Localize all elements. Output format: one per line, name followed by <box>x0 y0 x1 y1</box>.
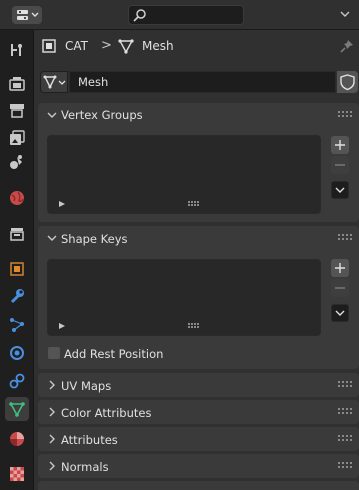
tab-render[interactable] <box>5 72 29 96</box>
search-input[interactable] <box>128 5 244 25</box>
shape-keys-header[interactable]: Shape Keys <box>38 226 359 250</box>
breadcrumb-separator: > <box>101 38 112 53</box>
texture-icon <box>10 467 24 481</box>
vertex-groups-list[interactable] <box>47 135 321 214</box>
collection-icon <box>10 228 24 241</box>
panel-title: Normals <box>61 460 109 474</box>
tab-particles[interactable] <box>5 313 29 337</box>
output-icon <box>10 104 24 118</box>
modifier-icon <box>10 289 24 304</box>
chevron-down-icon <box>335 310 345 316</box>
material-icon <box>10 432 24 446</box>
particles-icon <box>10 318 24 332</box>
constraints-icon <box>9 373 25 389</box>
tab-world[interactable] <box>5 186 29 210</box>
pin-icon[interactable] <box>339 38 355 54</box>
tab-material[interactable] <box>5 427 29 451</box>
scene-icon <box>10 155 22 169</box>
tab-object[interactable] <box>5 257 29 281</box>
options-chevron-icon[interactable] <box>338 7 352 21</box>
filter-expand-icon[interactable] <box>58 322 66 330</box>
plus-icon <box>335 140 345 150</box>
drag-handle-icon[interactable] <box>338 408 352 416</box>
tab-collection[interactable] <box>5 222 29 246</box>
physics-icon <box>10 346 24 360</box>
mesh-name-value: Mesh <box>78 75 109 89</box>
panel-title: Vertex Groups <box>61 108 143 122</box>
tab-tool[interactable] <box>5 38 29 62</box>
color-attributes-panel[interactable]: Color Attributes <box>38 400 359 424</box>
add-vertex-group-button[interactable] <box>331 136 349 154</box>
plus-icon <box>335 263 345 273</box>
world-icon <box>10 191 24 205</box>
object-icon <box>10 262 24 276</box>
shape-key-specials-button[interactable] <box>331 304 349 322</box>
tab-modifier[interactable] <box>5 284 29 308</box>
shape-keys-list[interactable] <box>47 259 321 336</box>
tab-physics[interactable] <box>5 341 29 365</box>
chevron-right-icon <box>49 434 55 444</box>
panel-title: Color Attributes <box>61 406 152 420</box>
drag-handle-icon[interactable] <box>338 381 352 389</box>
add-rest-position-label: Add Rest Position <box>64 347 164 361</box>
tab-constraints[interactable] <box>5 369 29 393</box>
tab-scene[interactable] <box>5 150 29 174</box>
view-layer-icon <box>10 130 25 145</box>
chevron-right-icon <box>49 407 55 417</box>
render-icon <box>9 77 25 91</box>
properties-tab-bar <box>0 30 34 490</box>
panel-title: Attributes <box>61 433 118 447</box>
remove-vertex-group-button[interactable] <box>331 156 349 174</box>
breadcrumb-data: Mesh <box>142 39 174 53</box>
minus-icon <box>335 287 345 289</box>
mesh-data-icon <box>117 37 135 55</box>
uv-maps-panel[interactable]: UV Maps <box>38 373 359 397</box>
vertex-groups-panel: Vertex Groups <box>38 103 359 222</box>
shield-icon <box>340 74 355 91</box>
drag-handle-icon[interactable] <box>338 234 352 242</box>
drag-handle-icon[interactable] <box>338 462 352 470</box>
tab-mesh-data[interactable] <box>5 397 29 421</box>
attributes-panel[interactable]: Attributes <box>38 427 359 451</box>
chevron-down-icon <box>47 112 57 118</box>
minus-icon <box>335 164 345 166</box>
next-panel-edge <box>38 481 359 490</box>
vertex-group-specials-button[interactable] <box>331 181 349 199</box>
add-rest-position-checkbox[interactable] <box>48 347 60 359</box>
drag-handle-icon[interactable] <box>338 111 352 119</box>
object-square-icon <box>41 38 57 54</box>
panel-title: UV Maps <box>61 379 112 393</box>
tab-view-layer[interactable] <box>5 126 29 150</box>
normals-panel[interactable]: Normals <box>38 454 359 478</box>
mesh-data-icon <box>9 402 25 417</box>
add-shape-key-button[interactable] <box>331 259 349 277</box>
mesh-name-field[interactable]: Mesh <box>69 71 336 93</box>
tab-output[interactable] <box>5 98 29 122</box>
search-icon <box>133 9 146 22</box>
editor-type-button[interactable] <box>12 6 42 24</box>
panel-title: Shape Keys <box>61 232 128 246</box>
vertex-groups-header[interactable]: Vertex Groups <box>38 103 359 127</box>
chevron-right-icon <box>49 461 55 471</box>
fake-user-button[interactable] <box>337 71 358 93</box>
chevron-down-icon <box>335 187 345 193</box>
properties-editor-icon <box>17 10 39 20</box>
filter-expand-icon[interactable] <box>58 200 66 208</box>
tab-texture[interactable] <box>5 462 29 486</box>
breadcrumb-object: CAT <box>65 39 88 53</box>
chevron-down-icon <box>47 235 57 241</box>
remove-shape-key-button[interactable] <box>331 279 349 297</box>
chevron-right-icon <box>49 380 55 390</box>
mesh-browse-button[interactable] <box>40 71 68 93</box>
drag-handle-icon[interactable] <box>338 435 352 443</box>
tool-icon <box>11 44 22 56</box>
list-resize-grip-icon[interactable] <box>188 201 200 209</box>
list-resize-grip-icon[interactable] <box>188 323 200 331</box>
shape-keys-panel: Shape Keys Add Rest Position <box>38 226 359 369</box>
